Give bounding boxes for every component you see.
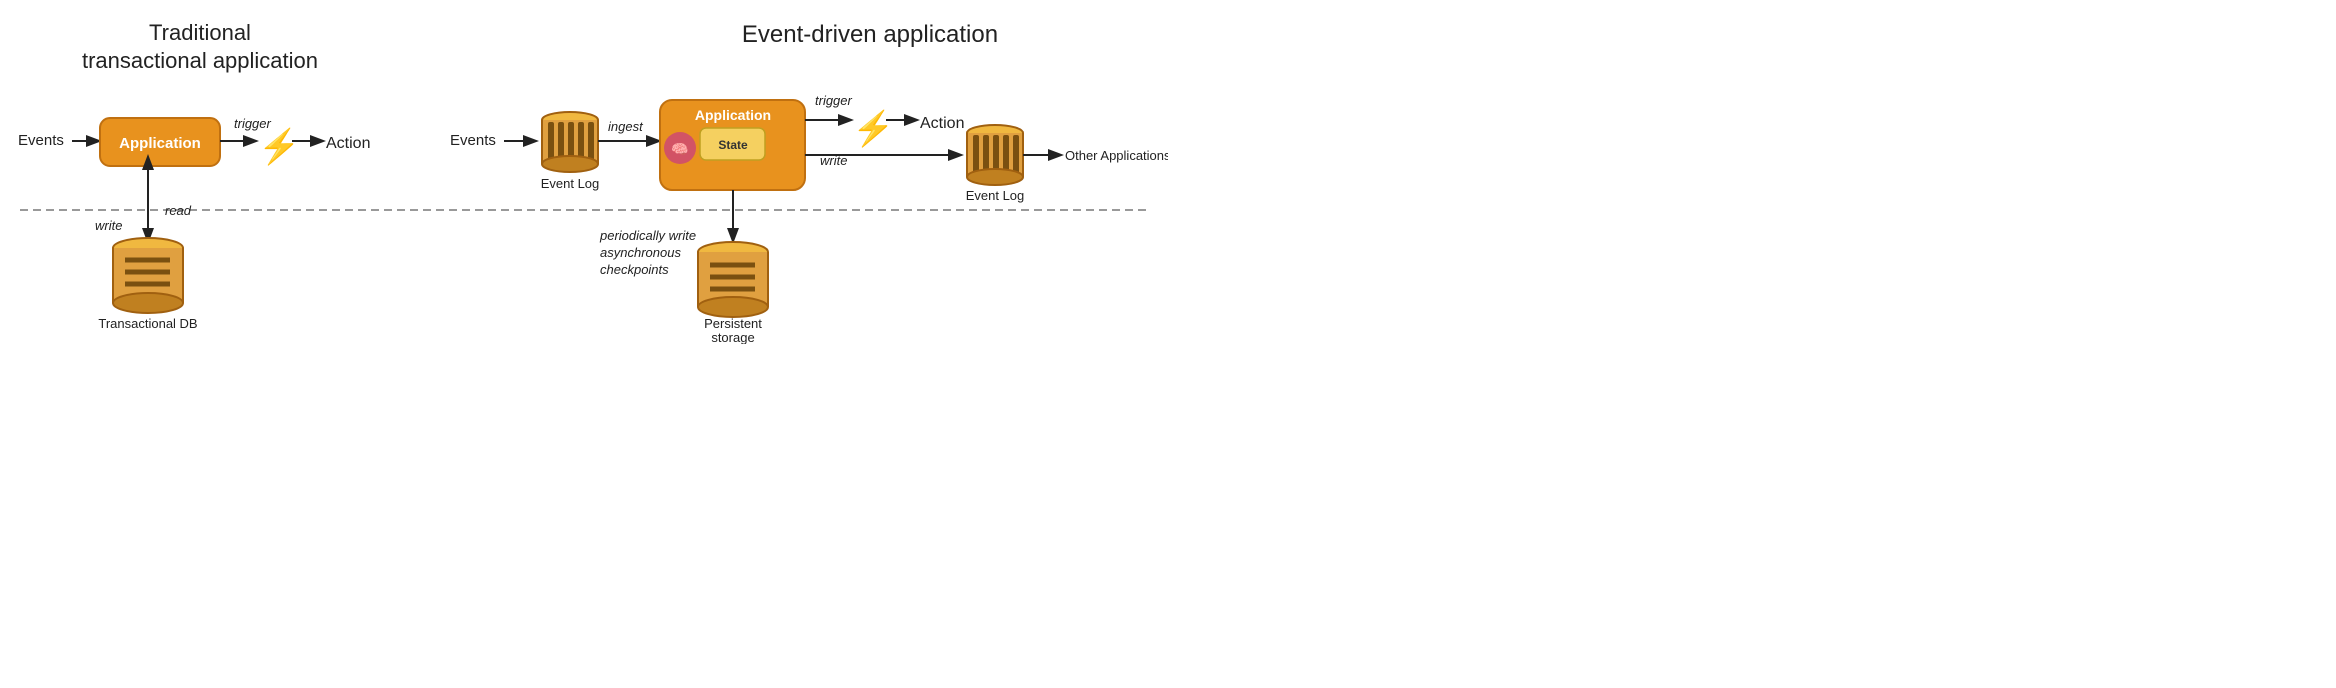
diagram-container: Traditional transactional application Ev… bbox=[0, 0, 1168, 344]
right-ingest-label: ingest bbox=[608, 119, 644, 134]
full-diagram-svg: Traditional transactional application Ev… bbox=[0, 0, 1168, 344]
left-lightning-icon: ⚡ bbox=[258, 127, 300, 167]
right-persistent-label2: storage bbox=[711, 330, 754, 344]
right-trigger-label: trigger bbox=[815, 93, 853, 108]
right-events-label: Events bbox=[450, 132, 496, 149]
left-title-text2: transactional application bbox=[82, 48, 318, 73]
svg-text:🧠: 🧠 bbox=[671, 141, 688, 157]
right-lightning-icon: ⚡ bbox=[852, 109, 894, 149]
checkpoint-label: periodically write bbox=[599, 228, 696, 243]
checkpoint-label2: asynchronous bbox=[600, 245, 681, 260]
left-events-label: Events bbox=[18, 132, 64, 149]
right-persistent-label: Persistent bbox=[704, 316, 762, 331]
right-otherapps-label: Other Applications bbox=[1065, 148, 1168, 163]
right-eventlog2-label: Event Log bbox=[966, 188, 1025, 203]
right-title-text: Event-driven application bbox=[742, 21, 998, 48]
right-eventlog-label: Event Log bbox=[541, 176, 600, 191]
right-state-label: State bbox=[718, 138, 748, 152]
left-app-label: Application bbox=[119, 135, 201, 152]
checkpoint-label3: checkpoints bbox=[600, 262, 669, 277]
left-action-label: Action bbox=[326, 135, 370, 152]
left-write-label: write bbox=[95, 218, 122, 233]
left-db-label: Transactional DB bbox=[98, 316, 197, 331]
right-app-label: Application bbox=[695, 107, 771, 123]
left-trigger-label: trigger bbox=[234, 116, 272, 131]
left-title-text: Traditional bbox=[149, 20, 251, 45]
right-write-label: write bbox=[820, 153, 847, 168]
left-read-label: read bbox=[165, 203, 192, 218]
right-action-label: Action bbox=[920, 115, 964, 132]
